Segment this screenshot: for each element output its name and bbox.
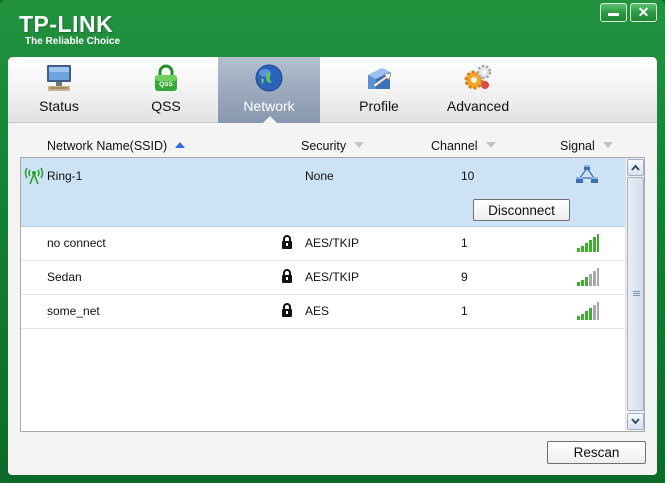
network-row-connected[interactable]: Ring-1 None 10 Disconnect — [21, 158, 625, 227]
rescan-button[interactable]: Rescan — [547, 441, 646, 464]
lock-icon — [282, 303, 292, 317]
sort-ascending-icon — [175, 142, 186, 148]
qss-lock-icon: QSS — [155, 64, 177, 91]
column-header-channel[interactable]: Channel — [431, 139, 496, 153]
network-ssid: no connect — [47, 236, 106, 250]
tp-link-logo: TP-LINK The Reliable Choice — [19, 12, 120, 48]
signal-strength-icon — [577, 302, 599, 320]
tab-network-label: Network — [243, 98, 295, 114]
scroll-down-button[interactable] — [627, 413, 644, 430]
column-header-security-label: Security — [301, 139, 347, 153]
column-header-signal[interactable]: Signal — [560, 139, 613, 153]
svg-text:QSS: QSS — [159, 81, 173, 88]
network-ssid: some_net — [47, 304, 100, 318]
tab-advanced-label: Advanced — [446, 98, 510, 114]
globe-icon — [255, 64, 283, 92]
tab-advanced[interactable]: Advanced — [427, 57, 529, 123]
network-ssid: Sedan — [47, 270, 82, 284]
tab-qss[interactable]: QSS QSS — [115, 57, 217, 123]
active-tab-caret — [262, 116, 278, 124]
scroll-thumb[interactable] — [627, 177, 644, 411]
network-channel: 1 — [461, 236, 468, 250]
main-panel: Status QSS QSS Network Profile Advanced … — [8, 57, 657, 475]
ad-hoc-network-icon — [576, 165, 598, 183]
signal-strength-icon — [577, 268, 599, 286]
tab-status-label: Status — [39, 98, 79, 114]
column-header-signal-label: Signal — [560, 139, 595, 153]
scroll-grip-icon — [633, 291, 640, 297]
network-row[interactable]: no connect AES/TKIP 1 — [21, 227, 625, 261]
column-header-ssid-label: Network Name(SSID) — [47, 139, 168, 153]
network-row[interactable]: some_net AES 1 — [21, 295, 625, 329]
sort-arrow-icon — [354, 142, 365, 148]
network-security: AES — [305, 304, 330, 318]
network-security: AES/TKIP — [305, 270, 360, 284]
minimize-button[interactable] — [600, 3, 627, 22]
tab-profile[interactable]: Profile — [328, 57, 430, 123]
chevron-down-icon — [631, 418, 640, 425]
monitor-icon — [47, 65, 71, 91]
network-channel: 10 — [461, 169, 475, 183]
list-scrollbar[interactable] — [625, 158, 644, 431]
lock-icon — [282, 235, 292, 249]
column-header-channel-label: Channel — [431, 139, 478, 153]
network-ssid: Ring-1 — [47, 169, 83, 183]
tab-status[interactable]: Status — [8, 57, 110, 123]
minimize-icon — [608, 13, 619, 16]
column-header-security[interactable]: Security — [301, 139, 365, 153]
logo-brand-name: TP-LINK — [19, 11, 114, 37]
sort-arrow-icon — [485, 142, 496, 148]
tab-network[interactable]: Network — [218, 57, 320, 124]
column-header-ssid[interactable]: Network Name(SSID) — [47, 139, 186, 153]
close-button[interactable]: ✕ — [630, 3, 657, 22]
tab-bar: Status QSS QSS Network Profile Advanced — [8, 57, 657, 124]
logo-tagline: The Reliable Choice — [25, 36, 121, 47]
chevron-up-icon — [631, 164, 640, 171]
scroll-up-button[interactable] — [627, 159, 644, 176]
network-security: AES/TKIP — [305, 236, 360, 250]
lock-icon — [282, 269, 292, 283]
network-security: None — [305, 169, 334, 183]
disconnect-button[interactable]: Disconnect — [473, 199, 570, 221]
signal-strength-icon — [577, 234, 599, 252]
close-icon: ✕ — [637, 4, 650, 20]
connected-antenna-icon — [24, 167, 44, 184]
gears-icon — [464, 64, 492, 90]
tab-qss-label: QSS — [151, 98, 181, 114]
profile-icon — [368, 68, 392, 89]
network-channel: 1 — [461, 304, 468, 318]
app-window: TP-LINK The Reliable Choice ✕ Status QSS… — [0, 0, 665, 483]
network-row[interactable]: Sedan AES/TKIP 9 — [21, 261, 625, 295]
sort-arrow-icon — [602, 142, 613, 148]
network-channel: 9 — [461, 270, 468, 284]
network-list: Ring-1 None 10 Disconnect no connect AES… — [20, 157, 645, 432]
tab-profile-label: Profile — [359, 98, 399, 114]
